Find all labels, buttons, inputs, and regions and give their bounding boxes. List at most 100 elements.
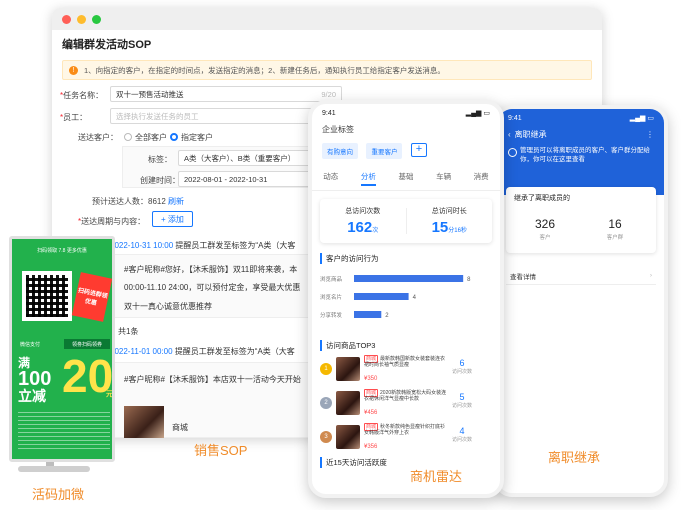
goods-list: 1 商城 最新款韩国新款女装套装连衣裙时尚长袖气质显瘦 ¥350 6 访问次数 2 商城 202… [320,355,492,453]
bar [354,293,409,300]
caption-sales-sop: 销售SOP [194,443,248,458]
task-name-input[interactable]: 双十一预售活动推送 9/20 [110,86,342,102]
goods-item[interactable]: 2 商城 2020新款韩版宽松大码女装连衣裙休闲洋气显瘦中长款 ¥456 5 访问次数 [320,389,492,419]
page-title: 编辑群发活动SOP [62,39,152,51]
tab-analysis[interactable]: 分析 [360,171,376,186]
cycle-label: *送达周期与内容： [78,217,146,226]
qr-code-icon[interactable] [22,271,72,321]
created-time-range[interactable]: 2022-08-01 - 2022-10-31 [178,171,312,187]
message-1-body-3: 双十一真心诚意优惠推荐 [124,302,212,311]
tab-consume[interactable]: 消费 [474,171,489,186]
standee-fine-print [18,409,110,449]
message-2-body: #客户昵称#【沐禾服饰】本店双十一活动今天开始 [124,375,301,384]
goods-price: ¥356 [364,444,378,450]
bar-category-label: 分享转发 [320,311,343,319]
scan-tag: 领劵扫码领券 [64,339,110,349]
goods-visit-count: 5 访问次数 [451,392,472,409]
goods-image [336,357,360,381]
staff-label: *员工： [60,113,88,122]
bar-category-label: 浏览商品 [320,275,343,283]
behavior-title: 客户的访问行为 [320,253,492,264]
goods-item[interactable]: 1 商城 最新款韩国新款女装套装连衣裙时尚长袖气质显瘦 ¥350 6 访问次数 [320,355,492,385]
tag-list: 有购意向 重要客户 + [312,137,500,159]
more-icon[interactable]: ⋮ [646,130,654,139]
back-icon[interactable]: ‹ [508,130,511,139]
customer-tag[interactable]: 有购意向 [322,143,358,159]
goods-visit-count: 4 访问次数 [451,426,472,443]
message-1-header: 2022-10-31 10:00 提醒员工群发至标签为“A类（大客 [110,241,296,250]
bar [354,311,382,318]
maximize-dot[interactable] [92,14,101,24]
message-1-body-1: #客户昵称#您好，【沐禾服饰】双11即将来袭，本 [124,265,298,274]
created-time-label: 创建时间： [140,176,180,185]
wechat-pay-label: 微信支付 [20,342,41,348]
inherit-header: 9:41 ▂▄▆ ▭ ‹ 离职继承 ⋮ 管理员可以将离职成员的客户、客户群分配给你… [498,109,664,195]
caption-qr-add: 活码加微 [32,487,85,502]
goods-price: ¥456 [364,410,378,416]
inherit-card: 继承了离职成员的 326 客户 16 客户群 [506,187,656,253]
inherit-detail-item[interactable]: 查看详情 › [506,267,656,285]
notice-text: 1、向指定的客户，在指定的时间点，发送指定的消息；2、新建任务后，通知执行员工给… [84,65,445,75]
inherit-customers[interactable]: 326 客户 [520,217,570,241]
rank-medal-icon: 1 [320,363,332,375]
tab-basic[interactable]: 基础 [398,171,413,186]
goods-item[interactable]: 3 商城 秋冬新款纯色显瘦针织打底衫女韩版洋气外穿上衣 ¥356 4 访问次数 [320,423,492,453]
goods-visit-count: 6 访问次数 [451,358,472,375]
radio-specified-customers[interactable]: 指定客户 [170,132,213,143]
message-2-header: 2022-11-01 00:00 提醒员工群发至标签为“A类（大客 [110,347,295,356]
estimate-row: 预计送达人数：8612 刷新 [92,197,185,206]
radio-selected-icon [170,133,178,141]
standee-base [18,466,90,472]
refresh-link[interactable]: 刷新 [168,197,184,206]
profile-tabs: 动态 分析 基础 车辆 消费 [312,165,500,191]
tag-section-title: 企业标签 [322,125,354,134]
tab-dynamic[interactable]: 动态 [323,171,338,186]
visit-stats-card: 总访问次数 162次 总访问时长 15分16秒 [320,199,492,243]
stage: 编辑群发活动SOP ! 1、向指定的客户，在指定的时间点，发送指定的消息；2、新… [0,0,681,510]
activity-title: 近15天访问活跃度 [320,457,492,468]
tag-select[interactable]: A类（大客户）、B类（重要客户） [178,150,312,166]
total-count: 共1条 [118,327,139,336]
rank-medal-icon: 2 [320,397,332,409]
behavior-chart-svg: 浏览商品 8 浏览名片 4 分享转发 2 [320,275,471,319]
signal-battery-icon: ▂▄▆ ▭ [465,110,490,117]
radio-all-customers[interactable]: 全部客户 [124,132,167,143]
add-button[interactable]: + 添加 [152,211,193,227]
goods-title: 商城 最新款韩国新款女装套装连衣裙时尚长袖气质显瘦 [364,355,446,369]
goods-title: 访问商品TOP3 [320,340,492,351]
goods-image [336,425,360,449]
promo-threshold: 满 100 立减 [18,356,52,404]
product-name: 商城 [172,423,188,432]
promo-unit: 元 [106,391,113,398]
send-customer-label: 送达客户： [78,133,118,142]
message-1-body-2: 00:00-11.10 24:00，可以预付定金，享受最大优惠 [124,283,301,292]
rank-medal-icon: 3 [320,431,332,443]
radio-icon [124,133,132,141]
inherit-groups[interactable]: 16 客户群 [590,217,640,241]
inherit-note: 管理员可以将离职成员的客户、客户群分配给你，你可以在这里查看 [498,142,664,164]
inherit-title: 离职继承 [514,130,547,139]
char-counter: 9/20 [321,89,336,99]
goods-title: 商城 2020新款韩版宽松大码女装连衣裙休闲洋气显瘦中长款 [364,389,447,403]
qr-standee: 扫码领取 7.8 更多优惠 扫码进群领优惠 微信支付 领劵扫码领券 满 100 … [9,236,115,462]
bar-value-label: 4 [413,295,417,301]
goods-image [336,391,360,415]
phone-radar: 9:41 ▂▄▆ ▭ 企业标签 有购意向 重要客户 + 动态 分析 基础 车辆 消… [308,100,504,498]
customer-tag[interactable]: 重要客户 [366,143,403,159]
inherit-nav: ‹ 离职继承 ⋮ [498,127,664,142]
add-tag-icon[interactable]: + [410,142,427,157]
warning-icon: ! [69,65,78,75]
status-bar: 9:41 ▂▄▆ ▭ [508,114,654,123]
behavior-chart: 浏览商品 8 浏览名片 4 分享转发 2 [320,268,492,330]
minimize-dot[interactable] [77,14,86,24]
inherit-card-title: 继承了离职成员的 [514,195,570,202]
tab-vehicle[interactable]: 车辆 [436,171,451,186]
close-dot[interactable] [62,14,71,24]
bar-category-label: 浏览名片 [320,293,342,301]
caption-inherit: 离职继承 [548,450,601,465]
signal-battery-icon: ▂▄▆ ▭ [629,115,654,122]
goods-title: 商城 秋冬新款纯色显瘦针织打底衫女韩版洋气外穿上衣 [364,423,446,437]
window-titlebar [52,8,602,30]
standee-top-text: 扫码领取 7.8 更多优惠 [37,248,87,254]
product-image [124,406,164,438]
